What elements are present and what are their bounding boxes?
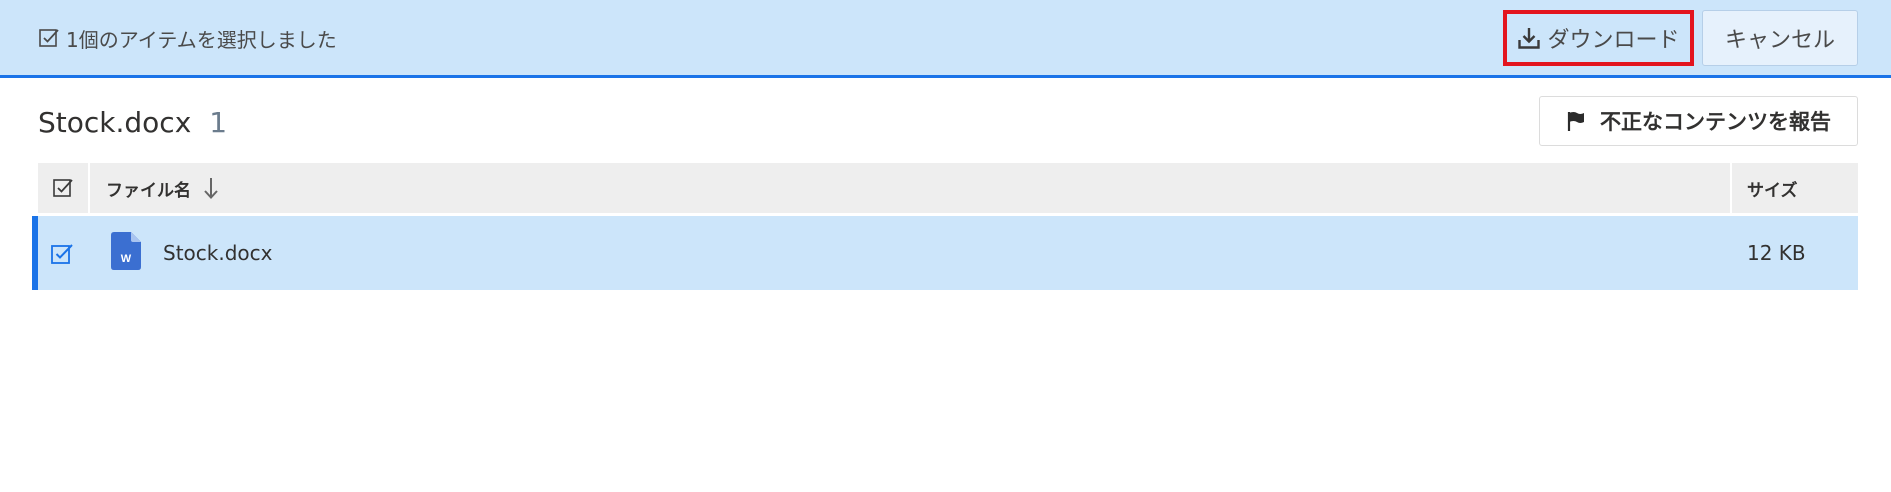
selection-command-bar: 1個のアイテムを選択しました ダウンロード キャンセル	[0, 0, 1891, 78]
column-header-size-label: サイズ	[1747, 180, 1798, 201]
select-all-checkbox[interactable]	[38, 163, 90, 213]
table-row[interactable]: W Stock.docx 12 KB	[32, 216, 1858, 290]
column-header-name-label: ファイル名	[106, 180, 191, 201]
download-button[interactable]: ダウンロード	[1503, 10, 1694, 66]
cancel-label: キャンセル	[1724, 28, 1835, 53]
download-label: ダウンロード	[1547, 28, 1680, 53]
item-count: 1	[209, 105, 228, 139]
cancel-button[interactable]: キャンセル	[1702, 10, 1858, 66]
word-doc-icon: W	[111, 232, 141, 270]
page-title: Stock.docx	[38, 105, 192, 139]
selection-info: 1個のアイテムを選択しました	[38, 24, 337, 52]
report-content-label: 不正なコンテンツを報告	[1600, 110, 1831, 134]
row-checkbox-checked-icon[interactable]	[50, 242, 74, 266]
checkbox-checked-icon	[53, 179, 73, 197]
column-divider[interactable]	[1730, 163, 1732, 213]
report-content-button[interactable]: 不正なコンテンツを報告	[1539, 96, 1858, 146]
checkbox-checked-icon	[39, 29, 59, 47]
column-header-name[interactable]: ファイル名	[106, 163, 219, 213]
download-icon	[1518, 28, 1541, 49]
file-size: 12 KB	[1747, 241, 1806, 265]
flag-icon	[1567, 112, 1584, 131]
page-title-row: Stock.docx 1	[38, 102, 227, 142]
svg-text:W: W	[121, 253, 132, 265]
file-table-header: ファイル名 サイズ	[38, 163, 1858, 213]
file-name-link[interactable]: Stock.docx	[163, 216, 272, 290]
sort-descending-icon	[204, 178, 218, 199]
column-header-size[interactable]: サイズ	[1747, 163, 1798, 213]
selection-count-text: 1個のアイテムを選択しました	[66, 27, 337, 52]
